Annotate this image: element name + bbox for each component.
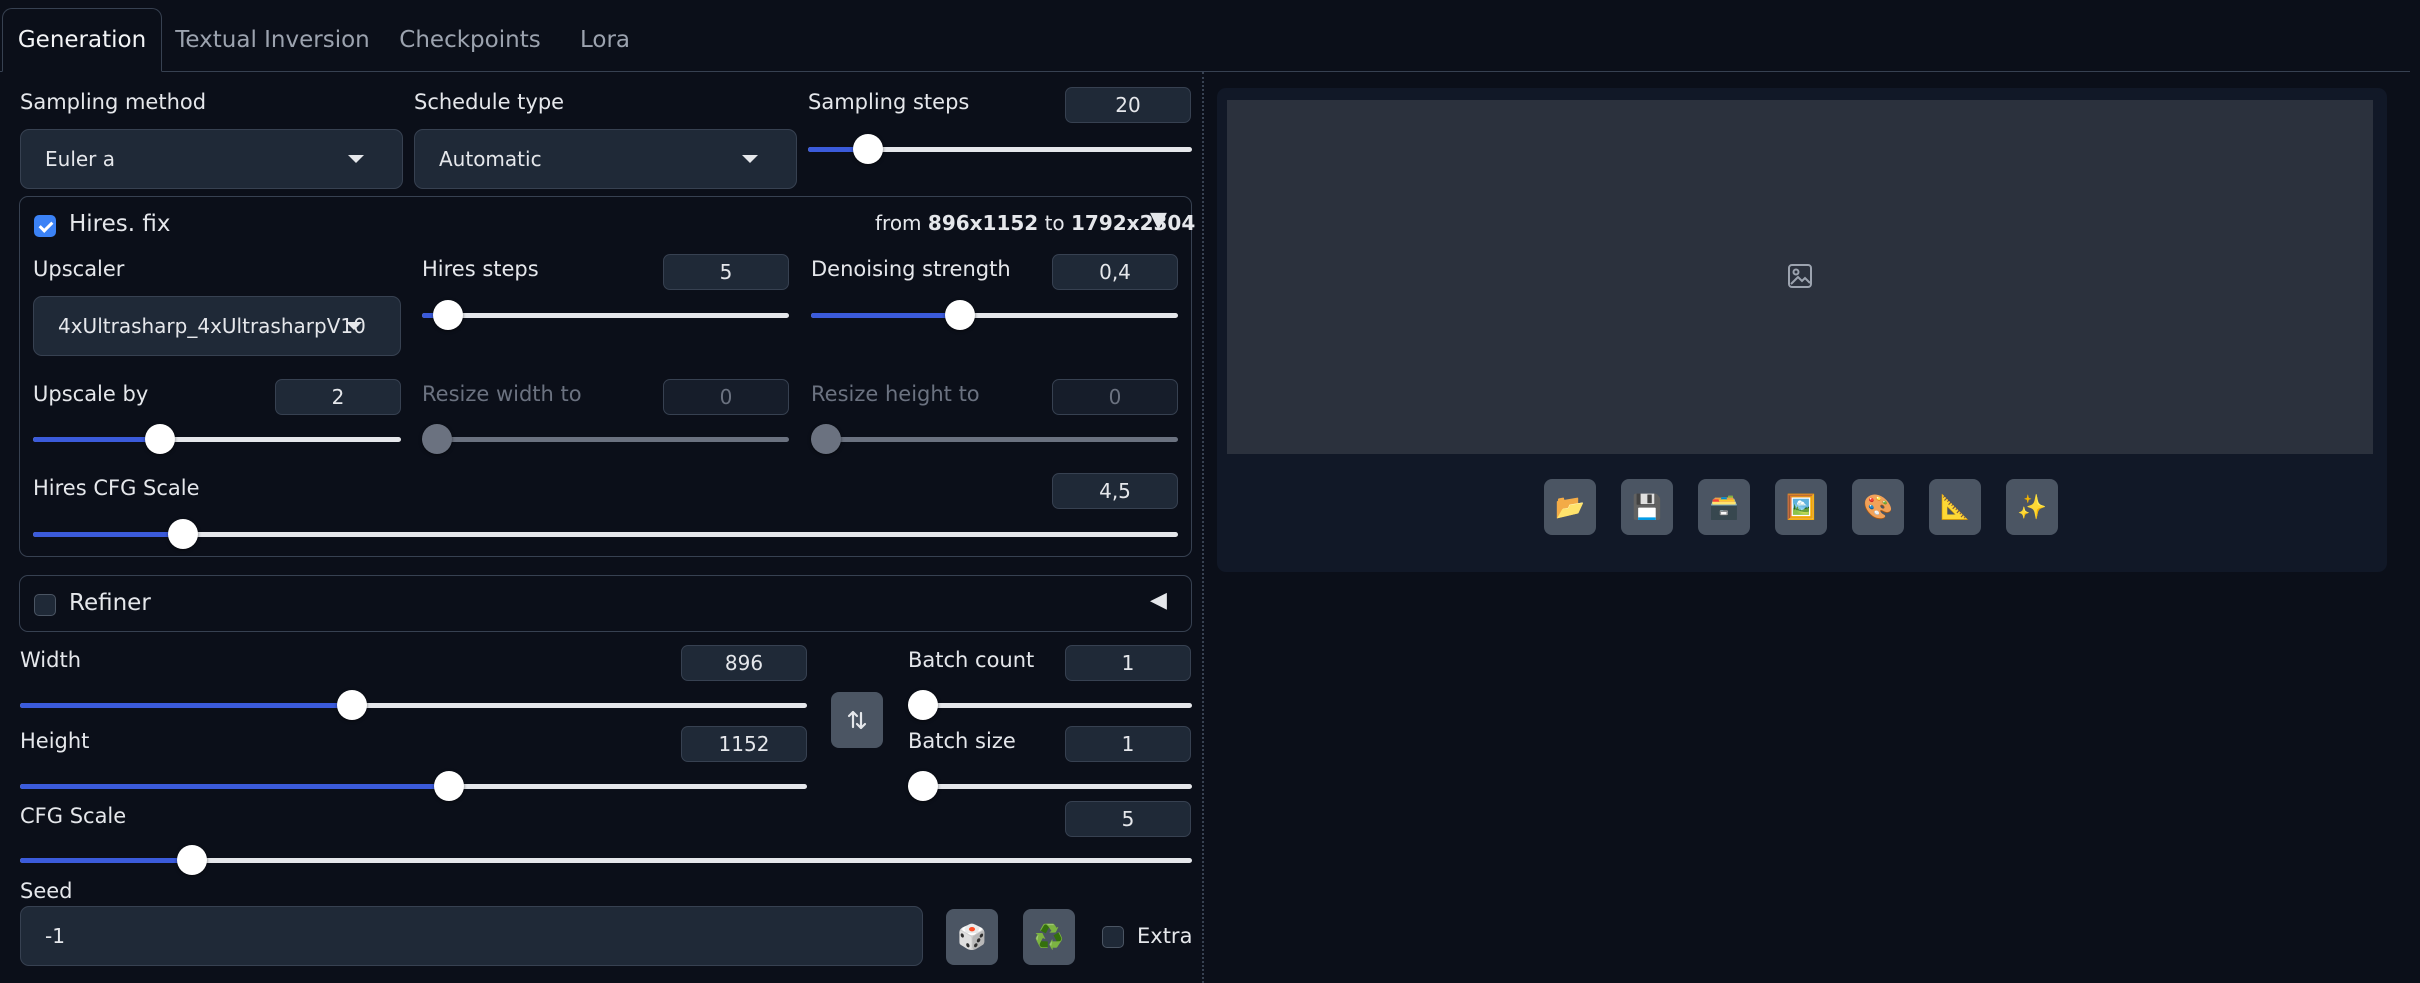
batch-size-input[interactable]: 1: [1065, 726, 1191, 762]
resize-width-input[interactable]: 0: [663, 379, 789, 415]
hires-fix-label[interactable]: Hires. fix: [69, 211, 171, 237]
sparkles-button[interactable]: ✨: [2006, 479, 2058, 535]
refiner-expand-icon[interactable]: ◀: [1150, 588, 1167, 613]
resize-width-slider[interactable]: [422, 424, 789, 454]
zip-icon: 🗃️: [1709, 493, 1739, 521]
width-label: Width: [20, 648, 82, 672]
save-button[interactable]: 💾: [1621, 479, 1673, 535]
slider-thumb[interactable]: [168, 519, 198, 549]
hires-fix-panel: [19, 196, 1192, 557]
hires-cfg-scale-label: Hires CFG Scale: [33, 476, 200, 500]
upscale-by-input[interactable]: 2: [275, 379, 401, 415]
slider-thumb[interactable]: [422, 424, 452, 454]
schedule-type-label: Schedule type: [414, 90, 565, 114]
tab-checkpoints[interactable]: Checkpoints: [390, 8, 550, 72]
slider-thumb[interactable]: [811, 424, 841, 454]
resize-height-input[interactable]: 0: [1052, 379, 1178, 415]
hires-fix-checkbox[interactable]: [34, 215, 56, 237]
open-folder-button[interactable]: 📂: [1544, 479, 1596, 535]
upscaler-value: 4xUltrasharp_4xUltrasharpV10: [58, 314, 366, 338]
batch-size-label: Batch size: [908, 729, 1016, 753]
send-to-inpaint-button[interactable]: 🎨: [1852, 479, 1904, 535]
batch-count-input[interactable]: 1: [1065, 645, 1191, 681]
resize-height-slider[interactable]: [811, 424, 1178, 454]
batch-size-slider[interactable]: [908, 771, 1192, 801]
send-to-extras-icon: 📐: [1940, 493, 1970, 521]
chevron-down-icon: [348, 155, 364, 163]
seed-label: Seed: [20, 879, 73, 903]
send-to-extras-button[interactable]: 📐: [1929, 479, 1981, 535]
upscaler-label: Upscaler: [33, 257, 125, 281]
cfg-scale-input[interactable]: 5: [1065, 801, 1191, 837]
slider-thumb[interactable]: [433, 300, 463, 330]
tab-generation[interactable]: Generation: [2, 8, 162, 72]
schedule-type-value: Automatic: [439, 147, 542, 171]
slider-thumb[interactable]: [434, 771, 464, 801]
swap-dimensions-button[interactable]: [831, 692, 883, 748]
slider-thumb[interactable]: [145, 424, 175, 454]
slider-thumb[interactable]: [908, 771, 938, 801]
sampling-method-dropdown[interactable]: Euler a: [20, 129, 403, 189]
image-icon: [1788, 264, 1812, 288]
extra-checkbox[interactable]: [1102, 926, 1124, 948]
resize-height-label: Resize height to: [811, 382, 980, 406]
schedule-type-dropdown[interactable]: Automatic: [414, 129, 797, 189]
column-divider[interactable]: [1202, 72, 1204, 983]
extra-label[interactable]: Extra: [1137, 924, 1192, 948]
recycle-icon: ♻️: [1034, 923, 1064, 951]
random-seed-button[interactable]: 🎲: [946, 909, 998, 965]
swap-icon: [847, 710, 867, 730]
refiner-checkbox[interactable]: [34, 594, 56, 616]
hires-size-summary: from 896x1152 to 1792x2304: [875, 211, 1196, 235]
seed-input[interactable]: -1: [20, 906, 923, 966]
batch-count-label: Batch count: [908, 648, 1035, 672]
upscale-by-slider[interactable]: [33, 424, 401, 454]
chevron-down-icon: [742, 155, 758, 163]
sampling-steps-slider[interactable]: [808, 134, 1192, 164]
tab-lora[interactable]: Lora: [565, 8, 645, 72]
refiner-label[interactable]: Refiner: [69, 590, 151, 616]
folder-icon: 📂: [1555, 493, 1585, 521]
denoising-strength-slider[interactable]: [811, 300, 1178, 330]
send-to-img2img-icon: 🖼️: [1786, 493, 1816, 521]
sampling-method-value: Euler a: [45, 147, 116, 171]
sparkles-icon: ✨: [2017, 493, 2047, 521]
denoising-strength-input[interactable]: 0,4: [1052, 254, 1178, 290]
slider-thumb[interactable]: [337, 690, 367, 720]
slider-thumb[interactable]: [908, 690, 938, 720]
sampling-method-label: Sampling method: [20, 90, 207, 114]
zip-button[interactable]: 🗃️: [1698, 479, 1750, 535]
upscaler-dropdown[interactable]: 4xUltrasharp_4xUltrasharpV10: [33, 296, 401, 356]
height-input[interactable]: 1152: [681, 726, 807, 762]
slider-thumb[interactable]: [945, 300, 975, 330]
hires-collapse-icon[interactable]: ▼: [1150, 208, 1167, 233]
slider-thumb[interactable]: [853, 134, 883, 164]
height-label: Height: [20, 729, 90, 753]
hires-cfg-scale-input[interactable]: 4,5: [1052, 473, 1178, 509]
chevron-down-icon: [346, 322, 362, 330]
cfg-scale-label: CFG Scale: [20, 804, 127, 828]
save-icon: 💾: [1632, 493, 1662, 521]
batch-count-slider[interactable]: [908, 690, 1192, 720]
sampling-steps-label: Sampling steps: [808, 90, 970, 114]
send-to-img2img-button[interactable]: 🖼️: [1775, 479, 1827, 535]
slider-thumb[interactable]: [177, 845, 207, 875]
refiner-panel[interactable]: [19, 575, 1192, 632]
send-to-inpaint-icon: 🎨: [1863, 493, 1893, 521]
reuse-seed-button[interactable]: ♻️: [1023, 909, 1075, 965]
tab-textual-inversion[interactable]: Textual Inversion: [170, 8, 375, 72]
width-input[interactable]: 896: [681, 645, 807, 681]
hires-steps-label: Hires steps: [422, 257, 539, 281]
hires-steps-slider[interactable]: [422, 300, 789, 330]
sampling-steps-input[interactable]: 20: [1065, 87, 1191, 123]
hires-steps-input[interactable]: 5: [663, 254, 789, 290]
upscale-by-label: Upscale by: [33, 382, 149, 406]
width-slider[interactable]: [20, 690, 807, 720]
height-slider[interactable]: [20, 771, 807, 801]
resize-width-label: Resize width to: [422, 382, 582, 406]
dice-icon: 🎲: [957, 923, 987, 951]
cfg-scale-slider[interactable]: [20, 845, 1192, 875]
hires-cfg-scale-slider[interactable]: [33, 519, 1178, 549]
denoising-strength-label: Denoising strength: [811, 257, 1011, 281]
